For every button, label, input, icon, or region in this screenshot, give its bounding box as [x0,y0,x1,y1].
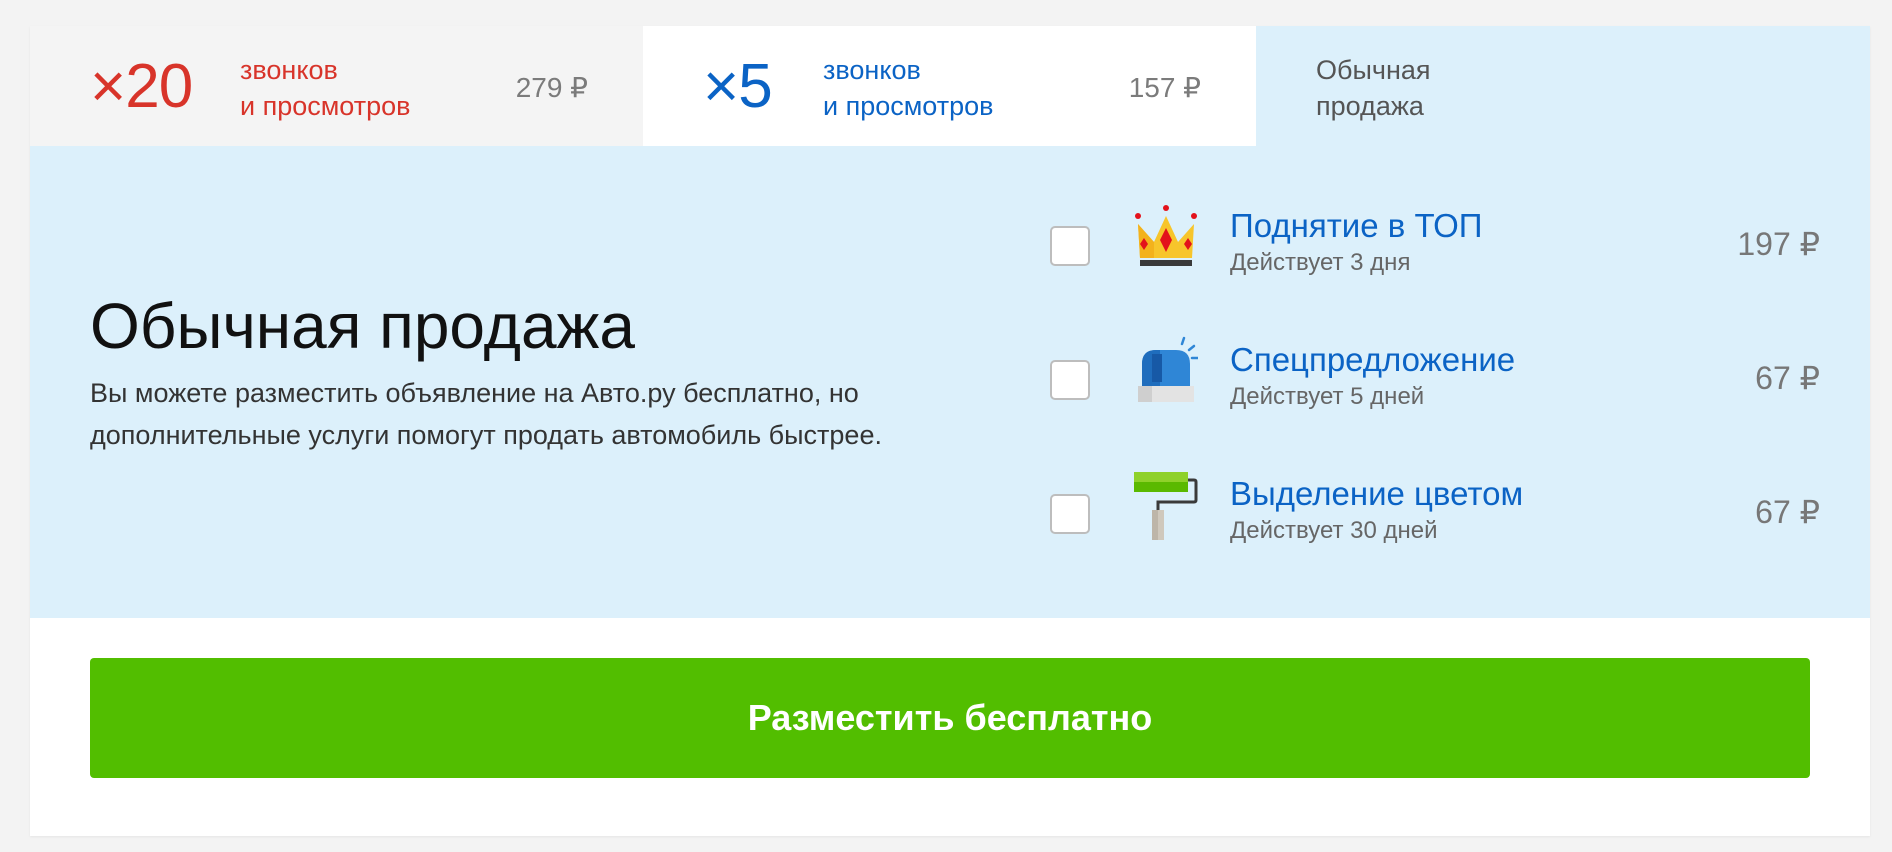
tab-description-line2: и просмотров [823,91,994,121]
tab-description: звонков и просмотров [240,52,410,124]
service-title[interactable]: Спецпредложение [1230,340,1515,380]
service-price: 67 ₽ [1755,494,1820,530]
service-duration: Действует 5 дней [1230,383,1425,410]
service-title[interactable]: Выделение цветом [1230,474,1523,514]
place-free-button[interactable]: Разместить бесплатно [90,658,1810,778]
service-duration: Действует 30 дней [1230,517,1438,544]
service-checkbox-special-offer[interactable] [1050,360,1090,400]
tab-price: 157 ₽ [1128,72,1201,103]
sale-options-card: ×20 звонков и просмотров 279 ₽ ×5 звонко… [30,26,1870,836]
crown-icon [1135,205,1197,266]
service-checkbox-top[interactable] [1050,226,1090,266]
tab-description-line1: звонков [240,55,338,85]
tab-multiplier: ×5 [703,52,773,121]
service-price: 67 ₽ [1755,360,1820,396]
service-item-top: Поднятие в ТОП Действует 3 дня 197 ₽ [1050,202,1820,292]
service-duration: Действует 3 дня [1230,249,1411,276]
paint-roller-icon [1134,472,1198,540]
tab-express-x5[interactable]: ×5 звонков и просмотров 157 ₽ [643,26,1256,146]
tab-description-line2: и просмотров [240,91,411,121]
beacon-icon [1138,336,1198,402]
tab-description-line1: звонков [823,55,921,85]
tab-description-line1: Обычная [1316,55,1431,85]
tab-description: звонков и просмотров [823,52,993,124]
tab-turbo-x20[interactable]: ×20 звонков и просмотров 279 ₽ [30,26,643,146]
tab-multiplier: ×20 [90,52,193,121]
regular-sale-panel: Обычная продажа Вы можете разместить объ… [30,146,1870,618]
tab-description: Обычная продажа [1316,52,1431,124]
tab-description-line2: продажа [1316,91,1424,121]
service-title[interactable]: Поднятие в ТОП [1230,206,1483,246]
tab-price: 279 ₽ [515,72,588,103]
page-title: Обычная продажа [90,290,635,362]
service-price: 197 ₽ [1737,226,1820,262]
tariff-tabs: ×20 звонков и просмотров 279 ₽ ×5 звонко… [30,26,1870,146]
service-item-color-highlight: Выделение цветом Действует 30 дней 67 ₽ [1050,470,1820,560]
service-checkbox-color-highlight[interactable] [1050,494,1090,534]
tab-regular-sale[interactable]: Обычная продажа [1256,26,1870,146]
sale-description: Вы можете разместить объявление на Авто.… [90,378,882,450]
service-item-special-offer: Спецпредложение Действует 5 дней 67 ₽ [1050,336,1820,426]
